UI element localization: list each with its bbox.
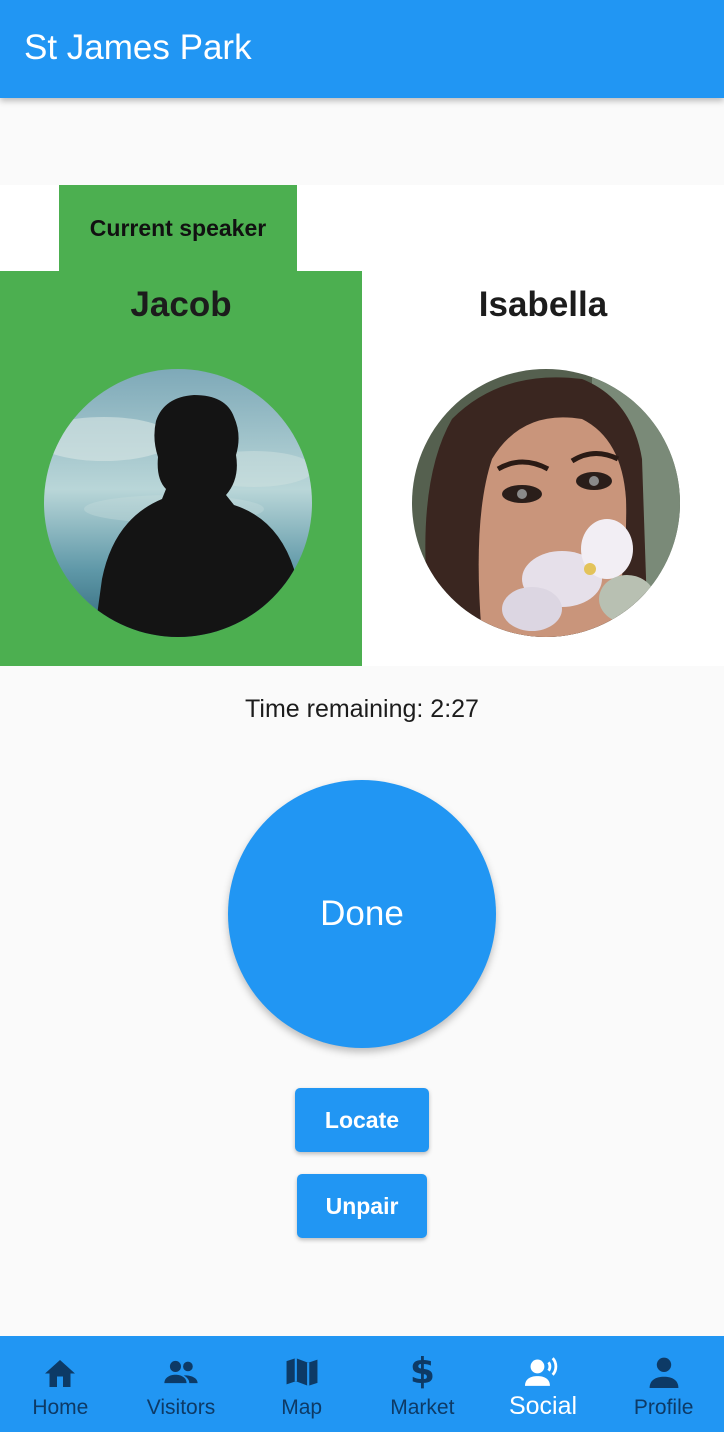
home-icon xyxy=(42,1354,78,1390)
unpair-button[interactable]: Unpair xyxy=(297,1174,427,1238)
speaker-card-right: Isabella xyxy=(362,185,724,666)
locate-button[interactable]: Locate xyxy=(295,1088,429,1152)
nav-item-map[interactable]: Map xyxy=(241,1336,362,1432)
speaker-name-left: Jacob xyxy=(130,285,232,324)
app-title: St James Park xyxy=(24,28,252,67)
nav-label-social: Social xyxy=(508,1392,578,1420)
nav-item-market[interactable]: $ Market xyxy=(362,1336,483,1432)
map-icon xyxy=(284,1354,320,1390)
nav-item-home[interactable]: Home xyxy=(0,1336,121,1432)
speaker-name-right: Isabella xyxy=(478,285,608,324)
app-bar: St James Park xyxy=(0,0,724,98)
avatar-isabella xyxy=(412,369,680,637)
bottom-navigation: Home Visitors Map $ Market Social Profil… xyxy=(0,1336,724,1432)
people-icon xyxy=(163,1354,199,1390)
social-speaker-icon xyxy=(525,1354,561,1390)
dollar-icon: $ xyxy=(409,1351,435,1392)
nav-label-market: Market xyxy=(390,1396,455,1419)
current-speaker-badge: Current speaker xyxy=(59,185,297,271)
nav-label-profile: Profile xyxy=(633,1396,694,1419)
nav-label-visitors: Visitors xyxy=(146,1396,216,1419)
avatar-jacob xyxy=(44,369,312,637)
done-button[interactable]: Done xyxy=(228,780,496,1048)
time-remaining-label: Time remaining: 2:27 xyxy=(245,695,479,723)
speaker-card-left: Current speaker Jacob xyxy=(0,185,362,666)
nav-item-social[interactable]: Social xyxy=(483,1336,604,1432)
person-icon xyxy=(646,1354,682,1390)
speaker-panel: Current speaker Jacob Isabella xyxy=(0,185,724,666)
nav-item-profile[interactable]: Profile xyxy=(603,1336,724,1432)
nav-label-home: Home xyxy=(32,1396,89,1419)
nav-label-map: Map xyxy=(281,1396,323,1419)
nav-item-visitors[interactable]: Visitors xyxy=(121,1336,242,1432)
